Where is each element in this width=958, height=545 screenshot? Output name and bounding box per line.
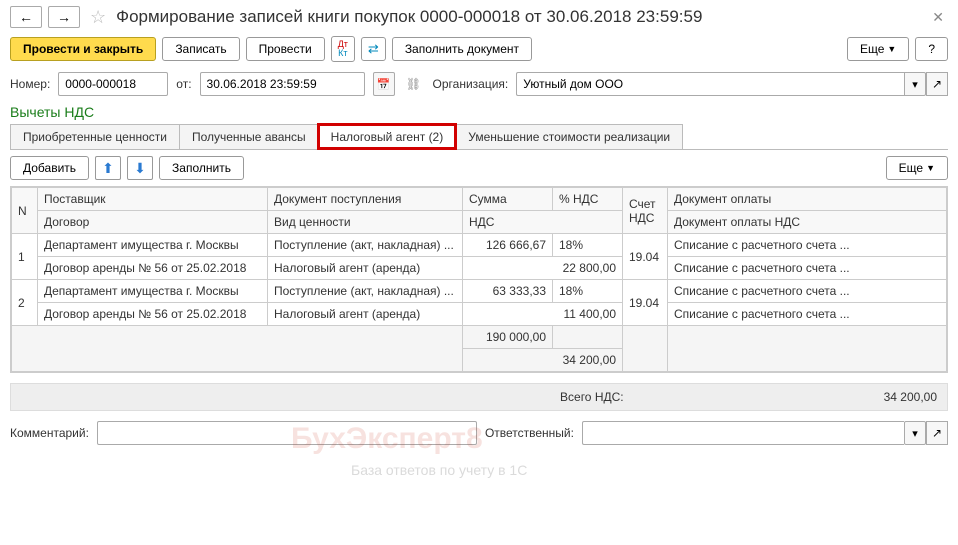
chevron-down-icon: ▾ — [912, 79, 918, 91]
chevron-down-icon: ▼ — [926, 163, 935, 173]
nav-forward-button[interactable]: → — [48, 6, 80, 28]
total-vat: 34 200,00 — [463, 349, 623, 372]
cell-acct: 19.04 — [623, 280, 668, 326]
move-up-button[interactable]: ⬆ — [95, 156, 121, 180]
structure-icon: ⇄ — [368, 41, 379, 56]
number-input[interactable] — [58, 72, 168, 96]
total-sum: 190 000,00 — [463, 326, 553, 349]
cell-acct: 19.04 — [623, 234, 668, 280]
nav-back-button[interactable]: ← — [10, 6, 42, 28]
add-row-button[interactable]: Добавить — [10, 156, 89, 180]
close-icon[interactable]: ✕ — [928, 9, 948, 26]
number-label: Номер: — [10, 77, 50, 91]
fill-document-button[interactable]: Заполнить документ — [392, 37, 532, 61]
help-button[interactable]: ? — [915, 37, 948, 61]
more-button[interactable]: Еще ▼ — [847, 37, 909, 61]
post-and-close-button[interactable]: Провести и закрыть — [10, 37, 156, 61]
fill-grid-button[interactable]: Заполнить — [159, 156, 244, 180]
tab-decrease-realization[interactable]: Уменьшение стоимости реализации — [455, 124, 683, 149]
cell-pay-doc-vat: Списание с расчетного счета ... — [668, 257, 947, 280]
col-sum[interactable]: Сумма — [463, 188, 553, 211]
col-acct[interactable]: Счет НДС — [623, 188, 668, 234]
cell-n: 1 — [12, 234, 38, 280]
watermark-sub: База ответов по учету в 1С — [351, 462, 527, 478]
vat-total-value: 34 200,00 — [884, 390, 937, 404]
responsible-label: Ответственный: — [485, 426, 574, 440]
grid-more-button[interactable]: Еще ▼ — [886, 156, 948, 180]
col-vat[interactable]: НДС — [463, 211, 623, 234]
post-button[interactable]: Провести — [246, 37, 325, 61]
cell-pay-doc-vat: Списание с расчетного счета ... — [668, 303, 947, 326]
tab-acquired-values[interactable]: Приобретенные ценности — [10, 124, 180, 149]
cell-supplier: Департамент имущества г. Москвы — [38, 234, 268, 257]
save-button[interactable]: Записать — [162, 37, 239, 61]
vat-total-label: Всего НДС: — [560, 390, 624, 404]
cell-contract: Договор аренды № 56 от 25.02.2018 — [38, 257, 268, 280]
organization-dropdown-button[interactable]: ▾ — [904, 72, 926, 96]
chevron-down-icon: ▾ — [912, 428, 918, 440]
page-title: Формирование записей книги покупок 0000-… — [116, 7, 922, 27]
cell-vat: 22 800,00 — [463, 257, 623, 280]
dt-kt-icon: ДтКт — [338, 40, 348, 58]
grid-more-label: Еще — [899, 161, 923, 175]
cell-sum: 126 666,67 — [463, 234, 553, 257]
cell-n: 2 — [12, 280, 38, 326]
move-down-button[interactable]: ⬇ — [127, 156, 153, 180]
col-doc[interactable]: Документ поступления — [268, 188, 463, 211]
responsible-dropdown-button[interactable]: ▾ — [904, 421, 926, 445]
tabs: Приобретенные ценности Полученные авансы… — [10, 124, 948, 150]
open-icon: ↗ — [932, 426, 942, 440]
col-pay-doc-vat[interactable]: Документ оплаты НДС — [668, 211, 947, 234]
data-grid: N Поставщик Документ поступления Сумма %… — [11, 187, 947, 372]
open-icon: ↗ — [932, 77, 942, 91]
col-value-type[interactable]: Вид ценности — [268, 211, 463, 234]
structure-button[interactable]: ⇄ — [361, 37, 386, 61]
cell-vat-pct: 18% — [553, 280, 623, 303]
col-contract[interactable]: Договор — [38, 211, 268, 234]
responsible-open-button[interactable]: ↗ — [926, 421, 948, 445]
cell-sum: 63 333,33 — [463, 280, 553, 303]
cell-doc: Поступление (акт, накладная) ... — [268, 280, 463, 303]
tab-tax-agent[interactable]: Налоговый агент (2) — [318, 124, 457, 149]
cell-doc: Поступление (акт, накладная) ... — [268, 234, 463, 257]
dt-kt-button[interactable]: ДтКт — [331, 36, 355, 62]
arrow-up-icon: ⬆ — [102, 160, 114, 176]
col-pay-doc[interactable]: Документ оплаты — [668, 188, 947, 211]
cell-vat-pct: 18% — [553, 234, 623, 257]
responsible-input[interactable] — [582, 421, 904, 445]
more-label: Еще — [860, 42, 884, 56]
cell-supplier: Департамент имущества г. Москвы — [38, 280, 268, 303]
col-vat-pct[interactable]: % НДС — [553, 188, 623, 211]
cell-value-type: Налоговый агент (аренда) — [268, 257, 463, 280]
link-icon[interactable]: ⛓ — [403, 77, 425, 91]
arrow-down-icon: ⬇ — [134, 160, 146, 176]
col-supplier[interactable]: Поставщик — [38, 188, 268, 211]
comment-label: Комментарий: — [10, 426, 89, 440]
table-row[interactable]: Договор аренды № 56 от 25.02.2018 Налого… — [12, 257, 947, 280]
organization-label: Организация: — [433, 77, 509, 91]
totals-row: 190 000,00 — [12, 326, 947, 349]
cell-vat: 11 400,00 — [463, 303, 623, 326]
cell-contract: Договор аренды № 56 от 25.02.2018 — [38, 303, 268, 326]
calendar-icon: 📅 — [377, 79, 391, 91]
cell-pay-doc: Списание с расчетного счета ... — [668, 280, 947, 303]
favorite-star-icon[interactable]: ☆ — [90, 7, 106, 28]
col-n[interactable]: N — [12, 188, 38, 234]
table-row[interactable]: 1 Департамент имущества г. Москвы Поступ… — [12, 234, 947, 257]
cell-value-type: Налоговый агент (аренда) — [268, 303, 463, 326]
date-input[interactable] — [200, 72, 365, 96]
cell-pay-doc: Списание с расчетного счета ... — [668, 234, 947, 257]
calendar-button[interactable]: 📅 — [373, 72, 395, 96]
section-title: Вычеты НДС — [10, 104, 948, 120]
organization-open-button[interactable]: ↗ — [926, 72, 948, 96]
table-row[interactable]: 2 Департамент имущества г. Москвы Поступ… — [12, 280, 947, 303]
comment-input[interactable] — [97, 421, 477, 445]
chevron-down-icon: ▼ — [887, 44, 896, 54]
organization-input[interactable] — [516, 72, 904, 96]
from-label: от: — [176, 77, 191, 91]
table-row[interactable]: Договор аренды № 56 от 25.02.2018 Налого… — [12, 303, 947, 326]
vat-total-bar: Всего НДС: 34 200,00 — [10, 383, 948, 411]
tab-received-advances[interactable]: Полученные авансы — [179, 124, 319, 149]
